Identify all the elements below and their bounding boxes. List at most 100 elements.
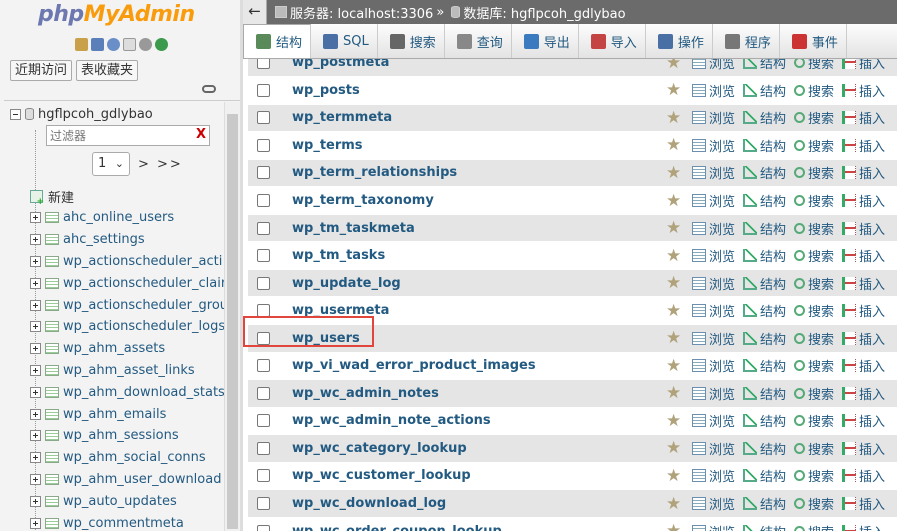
browse-action[interactable]: 浏览 (692, 136, 735, 155)
tree-table-item[interactable]: wp_ahm_emails (30, 403, 228, 425)
structure-action[interactable]: 结构 (743, 411, 786, 430)
table-name-link[interactable]: wp_term_taxonomy (292, 193, 666, 208)
tree-table-label[interactable]: ahc_settings (63, 232, 145, 247)
tree-table-item[interactable]: wp_actionscheduler_logs (30, 316, 228, 338)
tree-table-item[interactable]: wp_ahm_sessions (30, 425, 228, 447)
browse-action[interactable]: 浏览 (692, 59, 735, 72)
expand-icon[interactable] (30, 321, 41, 333)
docs-icon[interactable] (123, 38, 136, 51)
breadcrumb-server[interactable]: 服务器: localhost:3306 (290, 3, 433, 22)
tree-table-label[interactable]: wp_auto_updates (63, 494, 177, 509)
search-action[interactable]: 搜索 (794, 522, 834, 531)
search-action[interactable]: 搜索 (794, 439, 834, 458)
row-checkbox[interactable] (257, 469, 270, 483)
insert-action[interactable]: 插入 (842, 329, 885, 348)
row-checkbox[interactable] (257, 497, 270, 511)
table-name-link[interactable]: wp_tm_taskmeta (292, 221, 666, 236)
search-action[interactable]: 搜索 (794, 246, 834, 265)
favorite-star-icon[interactable]: ★ (666, 164, 682, 181)
tab-sql[interactable]: SQL (311, 24, 378, 58)
expand-icon[interactable] (30, 234, 41, 246)
insert-action[interactable]: 插入 (842, 191, 885, 210)
logout-icon[interactable] (91, 38, 104, 51)
favorite-star-icon[interactable]: ★ (666, 109, 682, 126)
structure-action[interactable]: 结构 (743, 136, 786, 155)
search-action[interactable]: 搜索 (794, 191, 834, 210)
expand-icon[interactable] (30, 299, 41, 311)
favorite-star-icon[interactable]: ★ (666, 495, 682, 512)
tree-table-label[interactable]: wp_actionscheduler_logs (63, 319, 225, 334)
browse-action[interactable]: 浏览 (692, 439, 735, 458)
tree-table-item[interactable]: wp_actionscheduler_clair (30, 272, 228, 294)
row-checkbox[interactable] (257, 414, 270, 428)
search-action[interactable]: 搜索 (794, 108, 834, 127)
tree-table-item[interactable]: wp_ahm_asset_links (30, 360, 228, 382)
structure-action[interactable]: 结构 (743, 246, 786, 265)
search-action[interactable]: 搜索 (794, 356, 834, 375)
browse-action[interactable]: 浏览 (692, 329, 735, 348)
table-name-link[interactable]: wp_tm_tasks (292, 248, 666, 263)
clear-filter-icon[interactable]: X (196, 127, 206, 142)
tree-table-label[interactable]: wp_commentmeta (63, 516, 184, 531)
tree-table-item[interactable]: wp_actionscheduler_acti (30, 251, 228, 273)
home-icon[interactable] (75, 38, 88, 51)
browse-action[interactable]: 浏览 (692, 81, 735, 100)
favorite-star-icon[interactable]: ★ (666, 357, 682, 374)
structure-action[interactable]: 结构 (743, 356, 786, 375)
tab-search[interactable]: 搜索 (378, 24, 445, 58)
table-name-link[interactable]: wp_update_log (292, 276, 666, 291)
favorite-star-icon[interactable]: ★ (666, 330, 682, 347)
insert-action[interactable]: 插入 (842, 246, 885, 265)
collapse-icon[interactable] (10, 108, 21, 120)
browse-action[interactable]: 浏览 (692, 219, 735, 238)
search-action[interactable]: 搜索 (794, 466, 834, 485)
expand-icon[interactable] (30, 408, 41, 420)
search-action[interactable]: 搜索 (794, 219, 834, 238)
row-checkbox[interactable] (257, 524, 270, 531)
browse-action[interactable]: 浏览 (692, 356, 735, 375)
browse-action[interactable]: 浏览 (692, 274, 735, 293)
search-action[interactable]: 搜索 (794, 163, 834, 182)
search-action[interactable]: 搜索 (794, 384, 834, 403)
structure-action[interactable]: 结构 (743, 81, 786, 100)
search-action[interactable]: 搜索 (794, 411, 834, 430)
expand-icon[interactable] (30, 343, 41, 355)
insert-action[interactable]: 插入 (842, 522, 885, 531)
browse-action[interactable]: 浏览 (692, 163, 735, 182)
structure-action[interactable]: 结构 (743, 108, 786, 127)
settings-icon[interactable] (139, 38, 152, 51)
insert-action[interactable]: 插入 (842, 108, 885, 127)
structure-action[interactable]: 结构 (743, 274, 786, 293)
favorite-star-icon[interactable]: ★ (666, 302, 682, 319)
nav-scrollbar[interactable] (224, 102, 240, 531)
row-checkbox[interactable] (257, 59, 270, 70)
expand-icon[interactable] (30, 473, 41, 485)
favorite-star-icon[interactable]: ★ (666, 467, 682, 484)
row-checkbox[interactable] (257, 249, 270, 263)
favorite-star-icon[interactable]: ★ (666, 137, 682, 154)
expand-icon[interactable] (30, 364, 41, 376)
tab-clock[interactable]: 事件 (780, 24, 847, 58)
tree-table-label[interactable]: wp_actionscheduler_acti (63, 254, 222, 269)
structure-action[interactable]: 结构 (743, 329, 786, 348)
row-checkbox[interactable] (257, 276, 270, 290)
browse-action[interactable]: 浏览 (692, 411, 735, 430)
browse-action[interactable]: 浏览 (692, 384, 735, 403)
search-action[interactable]: 搜索 (794, 494, 834, 513)
table-name-link[interactable]: wp_vi_wad_error_product_images (292, 358, 666, 373)
tree-table-item[interactable]: wp_actionscheduler_grou (30, 294, 228, 316)
table-name-link[interactable]: wp_wc_order_coupon_lookup (292, 524, 666, 531)
expand-icon[interactable] (30, 212, 41, 224)
tab-export[interactable]: 导出 (512, 24, 579, 58)
insert-action[interactable]: 插入 (842, 163, 885, 182)
filter-input[interactable] (47, 126, 187, 145)
db-tree-node[interactable]: hgflpcoh_gdlybao (10, 106, 153, 122)
insert-action[interactable]: 插入 (842, 466, 885, 485)
insert-action[interactable]: 插入 (842, 356, 885, 375)
table-name-link[interactable]: wp_wc_admin_notes (292, 386, 666, 401)
favorites-tab[interactable]: 表收藏夹 (76, 60, 139, 81)
row-checkbox[interactable] (257, 359, 270, 373)
expand-icon[interactable] (30, 386, 41, 398)
table-name-link[interactable]: wp_terms (292, 138, 666, 153)
expand-icon[interactable] (30, 255, 41, 267)
